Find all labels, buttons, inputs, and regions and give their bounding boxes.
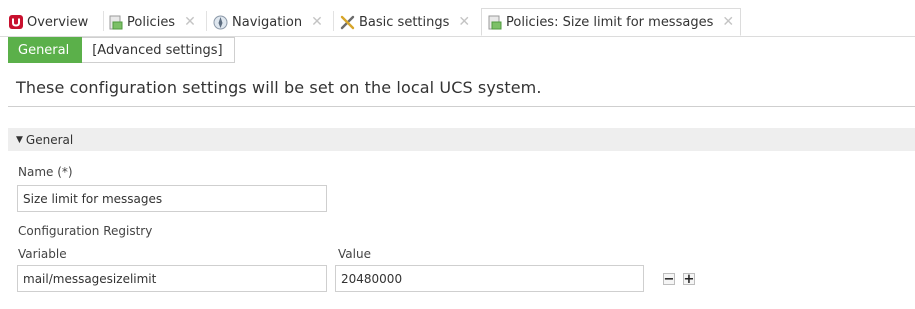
minus-icon: − bbox=[663, 271, 675, 287]
tools-icon bbox=[340, 15, 355, 30]
subtab-advanced-settings[interactable]: [Advanced settings] bbox=[82, 37, 235, 63]
section-title: General bbox=[25, 132, 74, 147]
variable-label: Variable bbox=[18, 247, 67, 261]
subtab-general[interactable]: General bbox=[8, 37, 83, 63]
tab-policies-size-limit[interactable]: Policies: Size limit for messages ✕ bbox=[481, 8, 742, 36]
tab-separator bbox=[333, 11, 334, 31]
navigation-icon bbox=[213, 15, 228, 30]
policy-icon bbox=[108, 15, 123, 30]
ucs-logo-icon bbox=[8, 15, 23, 30]
triangle-down-icon: ▼ bbox=[16, 134, 23, 145]
divider bbox=[8, 106, 915, 107]
name-input[interactable]: Size limit for messages bbox=[17, 185, 327, 212]
close-icon[interactable]: ✕ bbox=[311, 15, 323, 29]
tab-label: Basic settings bbox=[359, 14, 450, 30]
value-label: Value bbox=[338, 247, 371, 261]
close-icon[interactable]: ✕ bbox=[458, 15, 470, 29]
section-header-general[interactable]: ▼ General bbox=[8, 128, 915, 151]
tab-overview[interactable]: Overview bbox=[8, 9, 88, 35]
close-icon[interactable]: ✕ bbox=[722, 15, 734, 29]
tab-label: Policies: Size limit for messages bbox=[506, 14, 714, 30]
tab-label: Policies bbox=[127, 14, 176, 30]
close-icon[interactable]: ✕ bbox=[184, 15, 196, 29]
tab-policies[interactable]: Policies ✕ bbox=[108, 9, 196, 35]
tab-navigation[interactable]: Navigation ✕ bbox=[213, 9, 323, 35]
tab-separator bbox=[206, 11, 207, 31]
tab-separator bbox=[103, 11, 104, 31]
value-input[interactable]: 20480000 bbox=[335, 265, 644, 292]
tab-basic-settings[interactable]: Basic settings ✕ bbox=[340, 9, 470, 35]
policy-icon bbox=[487, 15, 502, 30]
configuration-registry-label: Configuration Registry bbox=[18, 224, 153, 238]
tab-label: Overview bbox=[27, 14, 89, 30]
subtab-bar: General [Advanced settings] bbox=[8, 37, 235, 63]
variable-input[interactable]: mail/messagesizelimit bbox=[17, 265, 327, 292]
tab-label: Navigation bbox=[232, 14, 303, 30]
add-entry-button[interactable]: + bbox=[683, 271, 695, 287]
remove-entry-button[interactable]: − bbox=[663, 271, 675, 287]
plus-icon: + bbox=[683, 271, 695, 287]
name-label: Name (*) bbox=[18, 165, 73, 179]
tab-bar: Overview Policies ✕ Navigation ✕ Basic s… bbox=[0, 0, 915, 37]
page-description: These configuration settings will be set… bbox=[16, 78, 542, 97]
